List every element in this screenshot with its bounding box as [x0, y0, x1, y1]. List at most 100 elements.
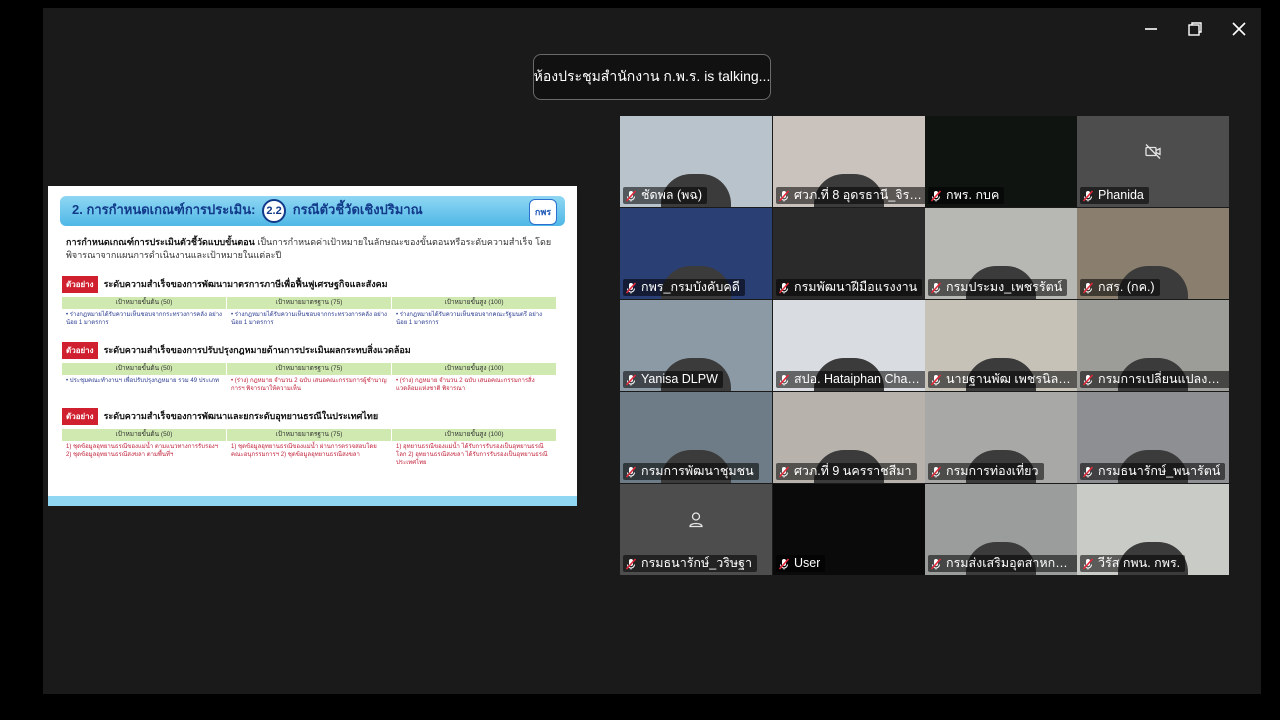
muted-mic-icon — [778, 557, 790, 570]
example-tag: ตัวอย่าง — [62, 276, 98, 293]
col-header: เป้าหมายขั้นสูง (100) — [392, 297, 556, 309]
table-cell: • ร่างกฎหมายได้รับความเห็นชอบจากกระทรวงก… — [66, 312, 222, 326]
table-cell: • (ร่าง) กฎหมาย จำนวน 2 ฉบับ เสนอคณะกรรม… — [231, 378, 387, 392]
criteria-table: เป้าหมายขั้นต้น (50) 1) ชุดข้อมูลอุทยานธร… — [62, 429, 557, 499]
participant-tile[interactable]: กรมพัฒนาฝีมือแรงงาน — [773, 208, 925, 299]
participant-tile[interactable]: User — [773, 484, 925, 575]
slide-footer-bar — [48, 496, 577, 506]
participant-tile[interactable]: นายฐานพัฒ เพชรนิล_กรม... — [925, 300, 1077, 391]
participant-tile[interactable]: Phanida — [1077, 116, 1229, 207]
camera-off-icon — [1144, 143, 1162, 166]
col-header: เป้าหมายมาตรฐาน (75) — [227, 297, 391, 309]
restore-button[interactable] — [1180, 14, 1210, 44]
participant-tile[interactable]: สปอ. Hataiphan Chantui — [773, 300, 925, 391]
participant-name: กรมพัฒนาฝีมือแรงงาน — [794, 280, 918, 294]
participant-name-label: ศวภ.ที่ 8 อุดรธานี_จิราพร ... — [776, 187, 925, 204]
participant-tile[interactable]: กรมประมง_เพชรรัตน์ — [925, 208, 1077, 299]
muted-mic-icon — [778, 373, 790, 386]
participant-tile[interactable]: กสร. (กค.) — [1077, 208, 1229, 299]
criteria-table: เป้าหมายขั้นต้น (50) • ประชุมคณะทำงานฯ เพ… — [62, 363, 557, 397]
participant-tile[interactable]: กรมส่งเสริมอุตสาหกรรม — [925, 484, 1077, 575]
participant-tile[interactable]: วีรัส กพน. กพร. — [1077, 484, 1229, 575]
participant-name: สปอ. Hataiphan Chantui — [794, 372, 922, 386]
participant-name-label: กรมธนารักษ์_พนารัตน์ — [1080, 463, 1226, 480]
participant-tile[interactable]: กรมการท่องเที่ยว — [925, 392, 1077, 483]
minimize-button[interactable] — [1136, 14, 1166, 44]
section-title: ระดับความสำเร็จของการปรับปรุงกฎหมายด้านก… — [103, 345, 411, 355]
participant-name: นายฐานพัฒ เพชรนิล_กรม... — [946, 372, 1074, 386]
participant-tile[interactable]: กรมการพัฒนาชุมชน — [620, 392, 772, 483]
participant-tile[interactable]: ศวภ.ที่ 9 นครราชสีมา — [773, 392, 925, 483]
participant-name: กรมธนารักษ์_วริษฐา — [641, 556, 753, 570]
restore-icon — [1188, 22, 1202, 36]
muted-mic-icon — [1082, 373, 1094, 386]
opdc-logo: กพร — [529, 199, 557, 225]
col-header: เป้าหมายมาตรฐาน (75) — [227, 363, 391, 375]
col-header: เป้าหมายขั้นต้น (50) — [62, 297, 226, 309]
muted-mic-icon — [778, 465, 790, 478]
example-section-2: ตัวอย่าง ระดับความสำเร็จของการปรับปรุงกฎห… — [62, 340, 557, 397]
muted-mic-icon — [1082, 465, 1094, 478]
participant-tile[interactable]: กรมการเปลี่ยนแปลงสภาพ... — [1077, 300, 1229, 391]
table-cell: 1) อุทยานธรณีของแม่น้ำ ได้รับการรับรองเป… — [396, 444, 548, 466]
participant-name-label: กรมพัฒนาฝีมือแรงงาน — [776, 279, 923, 296]
slide-intro-bold: การกำหนดเกณฑ์การประเมินตัวชี้วัดแบบขั้นต… — [66, 237, 255, 247]
muted-mic-icon — [930, 189, 942, 202]
example-section-3: ตัวอย่าง ระดับความสำเร็จของการพัฒนาและยกร… — [62, 406, 557, 499]
muted-mic-icon — [1082, 281, 1094, 294]
participant-tile[interactable]: ศวภ.ที่ 8 อุดรธานี_จิราพร ... — [773, 116, 925, 207]
participant-tile[interactable]: กรมธนารักษ์_พนารัตน์ — [1077, 392, 1229, 483]
table-cell: 1) ชุดข้อมูลอุทยานธรณีของแม่น้ำ ตามแนวทา… — [66, 444, 219, 458]
muted-mic-icon — [778, 281, 790, 294]
table-cell: • (ร่าง) กฎหมาย จำนวน 2 ฉบับ เสนอคณะกรรม… — [396, 378, 535, 392]
section-title: ระดับความสำเร็จของการพัฒนามาตรการภาษีเพื… — [103, 279, 388, 289]
participant-name: กสร. (กค.) — [1098, 280, 1155, 294]
criteria-table: เป้าหมายขั้นต้น (50) • ร่างกฎหมายได้รับคว… — [62, 297, 557, 331]
participant-name: Yanisa DLPW — [641, 372, 718, 386]
example-tag: ตัวอย่าง — [62, 342, 98, 359]
participant-name-label: User — [776, 555, 826, 572]
col-header: เป้าหมายขั้นต้น (50) — [62, 429, 226, 441]
minimize-icon — [1145, 28, 1157, 30]
participant-name: กพร_กรมบังคับคดี — [641, 280, 740, 294]
slide-header: 2. การกำหนดเกณฑ์การประเมิน: 2.2 กรณีตัวช… — [60, 196, 565, 226]
participant-tile[interactable]: Yanisa DLPW — [620, 300, 772, 391]
shared-screen: 2. การกำหนดเกณฑ์การประเมิน: 2.2 กรณีตัวช… — [48, 186, 577, 506]
participant-name-label: ศวภ.ที่ 9 นครราชสีมา — [776, 463, 917, 480]
participant-name: กรมธนารักษ์_พนารัตน์ — [1098, 464, 1221, 478]
muted-mic-icon — [930, 281, 942, 294]
participant-name-label: กพร. กบค — [928, 187, 1005, 204]
table-cell: • ร่างกฎหมายได้รับความเห็นชอบจากกระทรวงก… — [231, 312, 387, 326]
slide-title-number: 2.2 — [262, 199, 287, 223]
participant-name: ชัดพล (พฉ) — [641, 188, 703, 202]
muted-mic-icon — [625, 465, 637, 478]
muted-mic-icon — [1082, 189, 1094, 202]
close-button[interactable] — [1224, 14, 1254, 44]
participant-name: ศวภ.ที่ 8 อุดรธานี_จิราพร ... — [794, 188, 922, 202]
example-tag: ตัวอย่าง — [62, 408, 98, 425]
table-cell: • ประชุมคณะทำงานฯ เพื่อปรับปรุงกฎหมาย รว… — [66, 378, 219, 384]
participant-tile[interactable]: ชัดพล (พฉ) — [620, 116, 772, 207]
participant-name: กรมการท่องเที่ยว — [946, 464, 1039, 478]
participant-name-label: กรมประมง_เพชรรัตน์ — [928, 279, 1068, 296]
muted-mic-icon — [625, 189, 637, 202]
muted-mic-icon — [1082, 557, 1094, 570]
col-header: เป้าหมายขั้นสูง (100) — [392, 429, 556, 441]
slide-title-prefix: 2. การกำหนดเกณฑ์การประเมิน: — [72, 202, 256, 217]
participant-name-label: ชัดพล (พฉ) — [623, 187, 708, 204]
participant-name-label: กรมการท่องเที่ยว — [928, 463, 1044, 480]
participant-name: กรมประมง_เพชรรัตน์ — [946, 280, 1063, 294]
participant-tile[interactable]: กพร. กบค — [925, 116, 1077, 207]
participant-tile[interactable]: กพร_กรมบังคับคดี — [620, 208, 772, 299]
avatar-placeholder-icon — [687, 511, 705, 534]
example-section-1: ตัวอย่าง ระดับความสำเร็จของการพัฒนามาตรกา… — [62, 274, 557, 331]
participant-tile[interactable]: กรมธนารักษ์_วริษฐา — [620, 484, 772, 575]
participant-name-label: กรมส่งเสริมอุตสาหกรรม — [928, 555, 1077, 572]
col-header: เป้าหมายขั้นสูง (100) — [392, 363, 556, 375]
slide-intro: การกำหนดเกณฑ์การประเมินตัวชี้วัดแบบขั้นต… — [66, 236, 556, 262]
participant-name-label: กสร. (กค.) — [1080, 279, 1160, 296]
participant-name: User — [794, 556, 821, 570]
participant-name: กรมการพัฒนาชุมชน — [641, 464, 754, 478]
muted-mic-icon — [930, 465, 942, 478]
table-cell: • ร่างกฎหมายได้รับความเห็นชอบจากคณะรัฐมน… — [396, 312, 543, 326]
